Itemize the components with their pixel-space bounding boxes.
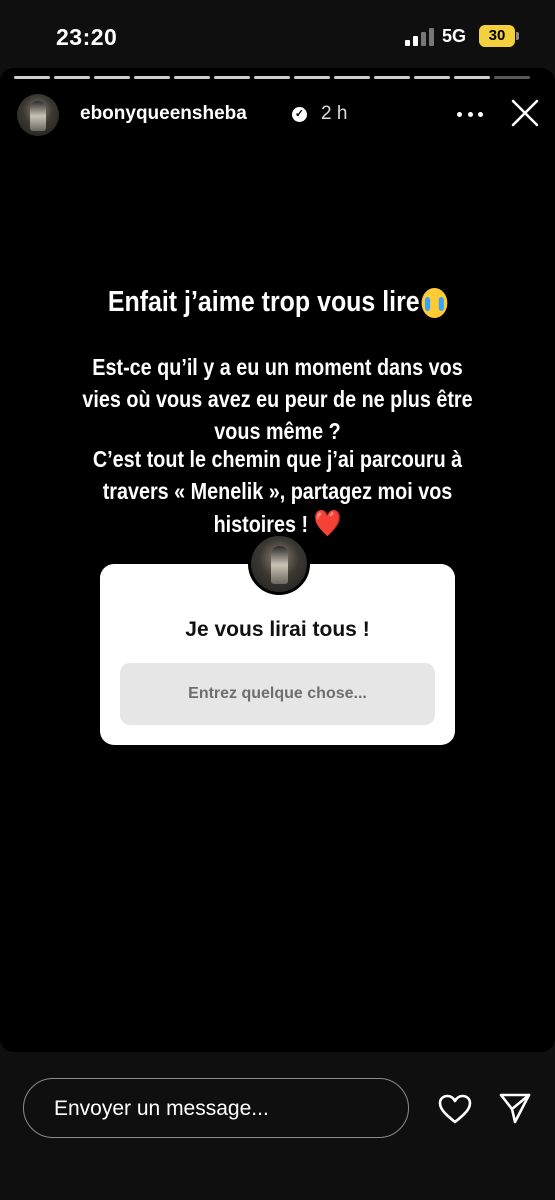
- story-progress-bar: [14, 76, 530, 79]
- cellular-signal-icon: [405, 28, 435, 46]
- post-time: 2 h: [321, 103, 348, 124]
- close-icon[interactable]: [510, 98, 540, 128]
- message-placeholder: Envoyer un message...: [54, 1097, 269, 1120]
- send-icon[interactable]: [498, 1091, 532, 1125]
- story-headline: Enfait j’aime trop vous lire: [73, 286, 482, 319]
- story-paragraph-invite: C’est tout le chemin que j’ai parcouru à…: [92, 446, 463, 538]
- status-time: 23:20: [56, 24, 118, 50]
- heart-icon[interactable]: [437, 1093, 473, 1125]
- network-type: 5G: [442, 26, 467, 46]
- question-title: Je vous lirai tous !: [185, 618, 370, 641]
- username[interactable]: ebonyqueensheba: [80, 103, 247, 125]
- battery-indicator: 30: [479, 25, 519, 47]
- answer-input[interactable]: Entrez quelque chose...: [120, 663, 435, 725]
- status-bar: 23:20 5G 30: [0, 0, 555, 70]
- heart-emoji-icon: ❤️: [313, 508, 342, 538]
- verified-badge-icon: ✓: [292, 107, 307, 122]
- question-sticker-avatar: [248, 533, 310, 595]
- profile-avatar[interactable]: [17, 94, 59, 136]
- story-view[interactable]: ebonyqueensheba ✓ 2 h Enfait j’aime trop…: [0, 68, 555, 1052]
- crying-face-icon: [421, 288, 448, 319]
- more-options-icon[interactable]: [457, 112, 483, 118]
- message-input[interactable]: Envoyer un message...: [23, 1078, 409, 1138]
- story-paragraph-question: Est-ce qu’il y a eu un moment dans vos v…: [82, 354, 473, 444]
